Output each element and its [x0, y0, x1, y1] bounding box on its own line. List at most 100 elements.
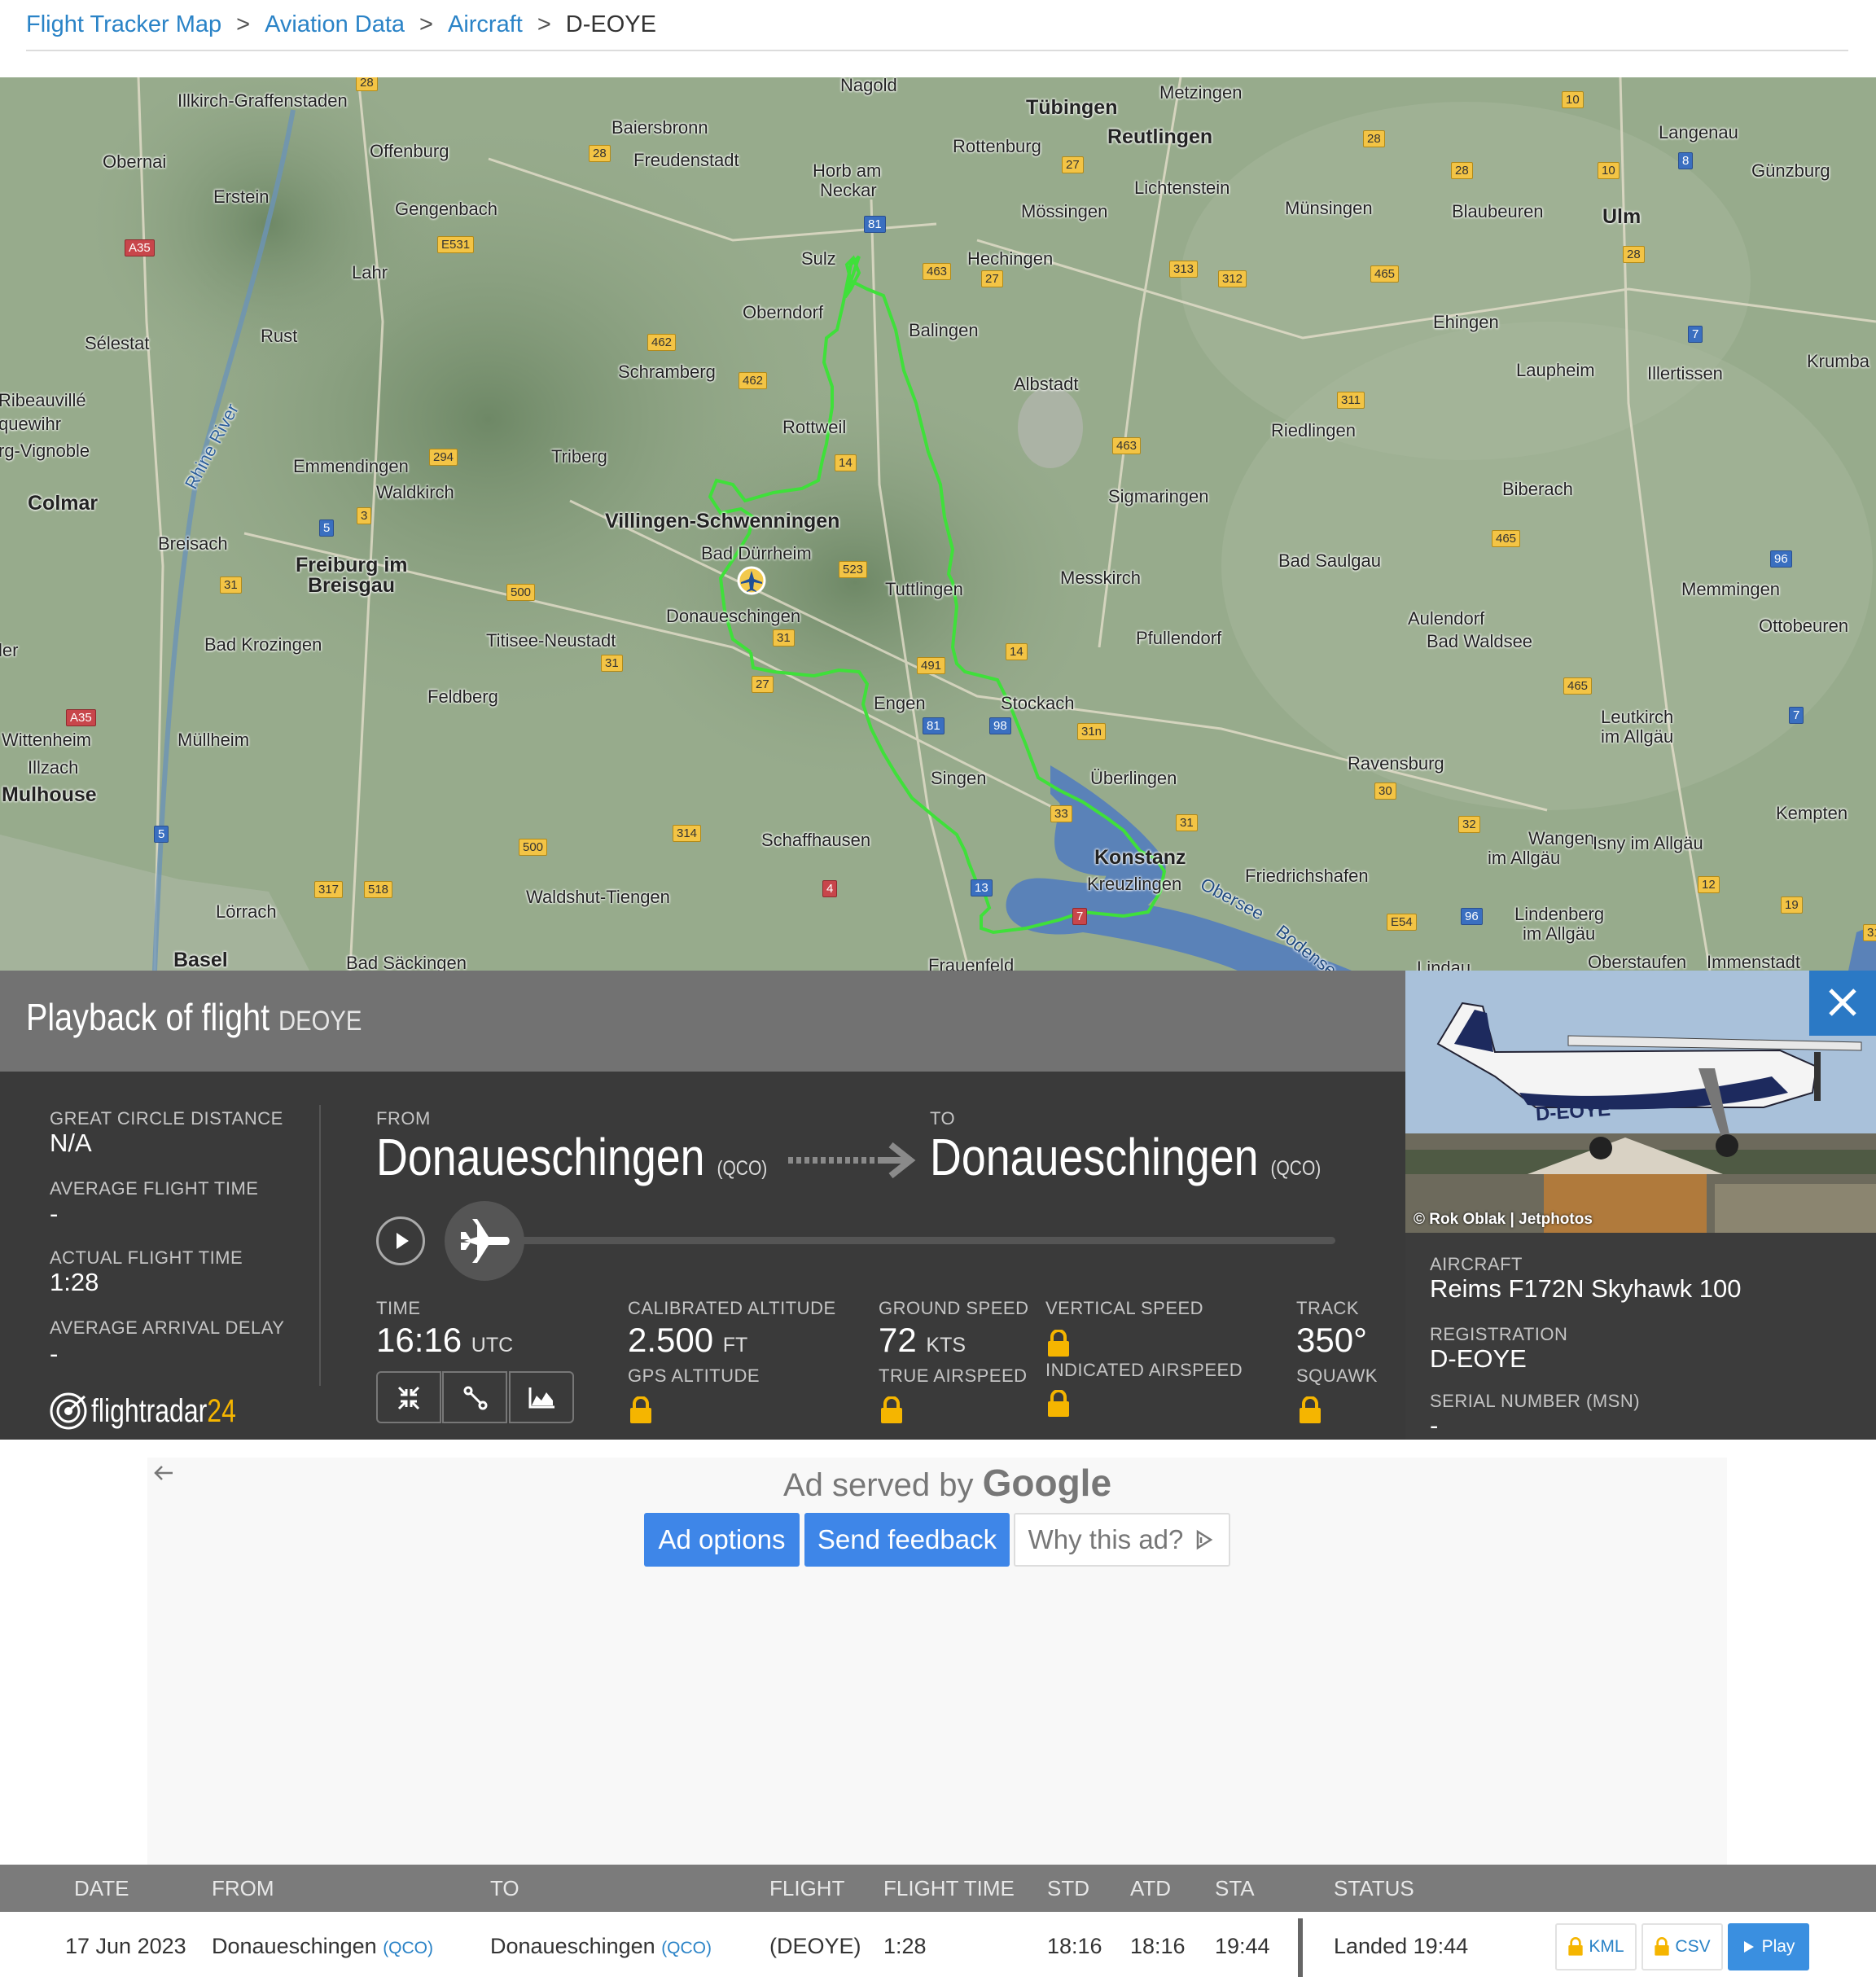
flight-map[interactable]: Illkirch-Graffenstaden Obernai Erstein S… — [0, 77, 1876, 971]
photo-credit[interactable]: © Rok Oblak | Jetphotos — [1414, 1211, 1593, 1229]
registration-label: REGISTRATION — [1430, 1324, 1568, 1344]
send-feedback-button[interactable]: Send feedback — [804, 1513, 1010, 1567]
ad-served-by: Ad served by Google — [783, 1461, 1111, 1505]
row-flight: (DEOYE) — [769, 1934, 861, 1958]
kml-button[interactable]: KML — [1555, 1923, 1637, 1970]
playback-timeline[interactable] — [489, 1237, 1335, 1244]
gps-label: GPS ALTITUDE — [628, 1365, 760, 1386]
map-label: Illzach — [28, 757, 79, 778]
map-label: Messkirch — [1060, 568, 1142, 588]
map-label: Kreuzlingen — [1087, 874, 1182, 894]
gs-unit: KTS — [926, 1334, 966, 1357]
to-airport: Donaueschingen (QCO) — [930, 1127, 1321, 1187]
map-label: Triberg — [551, 446, 607, 467]
road-shield: 33 — [1050, 805, 1072, 822]
ad-options-button[interactable]: Ad options — [644, 1513, 800, 1567]
breadcrumb-aircraft[interactable]: Aircraft — [448, 11, 523, 38]
road-shield: 313 — [1169, 261, 1199, 278]
map-label: Emmendingen — [293, 456, 409, 476]
play-icon — [397, 1233, 409, 1249]
map-label: Gengenbach — [395, 199, 497, 219]
map-label: Lindau — [1417, 958, 1471, 971]
radar-icon — [50, 1392, 87, 1430]
breadcrumb-separator: > — [537, 11, 551, 37]
expand-button[interactable] — [376, 1371, 441, 1423]
map-label: Donaueschingen — [666, 606, 801, 626]
track-label: TRACK — [1296, 1298, 1360, 1318]
map-label: Titisee-Neustadt — [486, 630, 616, 651]
map-label: Albstadt — [1014, 374, 1079, 394]
road-shield: 31 — [220, 576, 242, 594]
adchoices-icon — [1197, 1529, 1213, 1550]
row-sta: 19:44 — [1215, 1934, 1270, 1958]
alt-readout: 2.500 FT — [628, 1321, 747, 1360]
time-readout: 16:16 UTC — [376, 1321, 513, 1360]
play-flight-button[interactable]: Play — [1728, 1923, 1809, 1970]
aircraft-photo-image — [1405, 971, 1876, 1233]
col-from: FROM — [212, 1876, 274, 1900]
map-label: Waldkirch — [376, 482, 454, 502]
map-label: Sigmaringen — [1108, 486, 1209, 506]
map-label: Freudenstadt — [633, 150, 739, 170]
map-label: Neckar — [820, 180, 877, 200]
back-arrow-icon[interactable] — [151, 1462, 176, 1484]
map-label: Horb am — [813, 160, 882, 181]
road-shield: 19 — [1781, 896, 1803, 914]
close-icon — [1829, 988, 1856, 1016]
aircraft-marker-icon[interactable] — [737, 566, 766, 595]
play-button[interactable] — [376, 1216, 425, 1265]
row-to-code[interactable]: (QCO) — [661, 1939, 712, 1957]
breadcrumb-aviation-data[interactable]: Aviation Data — [265, 11, 405, 38]
road-shield: 31n — [1077, 723, 1107, 740]
aircraft-photo[interactable]: D-EOYE © Rok Oblak | Jetphotos — [1405, 971, 1876, 1233]
alt-unit: FT — [722, 1334, 748, 1357]
brand-number: 24 — [207, 1392, 236, 1429]
road-shield: 5 — [154, 826, 169, 843]
map-label: Bad Säckingen — [346, 953, 467, 971]
from-code: (QCO) — [717, 1157, 768, 1180]
col-to: TO — [490, 1876, 519, 1900]
road-shield: 465 — [1370, 265, 1400, 283]
map-label: Laupheim — [1516, 360, 1595, 380]
map-label: Mössingen — [1021, 201, 1108, 221]
map-label: Müllheim — [178, 730, 250, 750]
route-button[interactable] — [442, 1371, 507, 1423]
road-shield: 14 — [1006, 643, 1028, 660]
csv-button[interactable]: CSV — [1642, 1923, 1723, 1970]
timeline-handle[interactable] — [445, 1201, 524, 1281]
row-from-code[interactable]: (QCO) — [383, 1939, 433, 1957]
vs-label: VERTICAL SPEED — [1045, 1298, 1204, 1318]
msn-value: - — [1430, 1411, 1439, 1440]
breadcrumb-divider — [26, 50, 1848, 51]
road-shield: 500 — [519, 839, 548, 856]
map-label: Biberach — [1502, 479, 1573, 499]
playback-flight-code: DEOYE — [278, 1006, 362, 1037]
map-label: Balingen — [909, 320, 979, 340]
breadcrumb-current: D-EOYE — [565, 11, 656, 37]
road-shield: 81 — [923, 717, 945, 734]
map-label: Illkirch-Graffenstaden — [178, 90, 348, 111]
col-flight-time: FLIGHT TIME — [883, 1876, 1015, 1900]
breadcrumb-flight-tracker-map[interactable]: Flight Tracker Map — [26, 11, 221, 38]
row-date: 17 Jun 2023 — [65, 1934, 186, 1958]
road-shield: 31 — [1176, 814, 1198, 831]
map-label: Riedlingen — [1271, 420, 1356, 441]
graph-button[interactable] — [509, 1371, 574, 1423]
map-label: Sélestat — [85, 333, 150, 353]
map-label: Illertissen — [1647, 363, 1723, 384]
close-button[interactable] — [1809, 971, 1876, 1036]
playback-title: Playback of flight DEOYE — [26, 995, 362, 1039]
map-label: Blaubeuren — [1452, 201, 1544, 221]
act-value: 1:28 — [50, 1268, 99, 1296]
aircraft-type[interactable]: Reims F172N Skyhawk 100 — [1430, 1274, 1742, 1304]
map-label: Oberndorf — [743, 302, 824, 322]
map-label: Sulz — [801, 248, 836, 269]
map-label: rg-Vignoble — [0, 441, 90, 461]
map-label: Friedrichshafen — [1245, 866, 1369, 886]
why-this-ad-button[interactable]: Why this ad? — [1014, 1513, 1230, 1567]
from-airport: Donaueschingen (QCO) — [376, 1127, 767, 1187]
road-shield: 462 — [739, 372, 768, 389]
act-label: ACTUAL FLIGHT TIME — [50, 1247, 243, 1268]
route-arrow-icon — [788, 1142, 916, 1179]
row-from-city: Donaueschingen — [212, 1934, 377, 1958]
